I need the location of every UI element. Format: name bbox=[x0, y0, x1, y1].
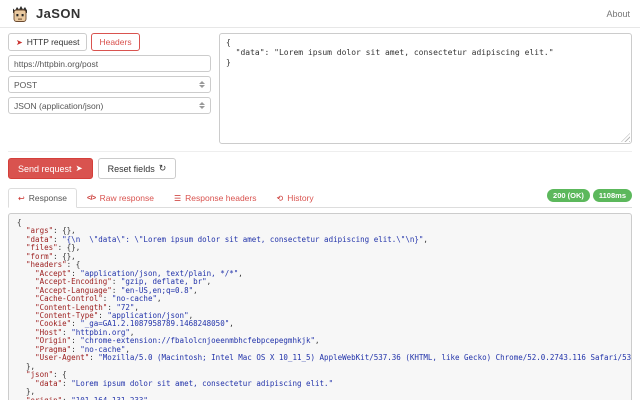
divider bbox=[8, 151, 632, 152]
request-left-column: ➤ HTTP request Headers POST JSON (applic… bbox=[8, 33, 211, 144]
status-badges: 200 (OK) 1108ms bbox=[547, 189, 632, 207]
paper-plane-icon: ➤ bbox=[16, 37, 23, 47]
headers-tab-label: Headers bbox=[99, 37, 132, 47]
http-request-tab-label: HTTP request bbox=[26, 37, 80, 47]
main-content: ➤ HTTP request Headers POST JSON (applic… bbox=[0, 28, 640, 400]
tab-response-headers[interactable]: ☰ Response headers bbox=[164, 188, 267, 208]
send-request-label: Send request bbox=[18, 163, 72, 174]
select-arrows-icon bbox=[199, 80, 205, 89]
action-buttons: Send request ➤ Reset fields ↻ bbox=[8, 158, 632, 179]
history-icon: ⟲ bbox=[276, 193, 284, 203]
tab-raw-response[interactable]: </> Raw response bbox=[77, 188, 164, 208]
method-select-value: POST bbox=[14, 79, 38, 90]
headers-tab[interactable]: Headers bbox=[91, 33, 140, 51]
select-arrows-icon bbox=[199, 101, 205, 110]
reset-icon: ↻ bbox=[158, 163, 167, 173]
reply-icon: ↩ bbox=[18, 193, 25, 203]
content-type-select[interactable]: JSON (application/json) bbox=[8, 97, 211, 114]
tab-raw-response-label: Raw response bbox=[99, 193, 154, 203]
app-title: JaSON bbox=[36, 6, 81, 21]
tab-history-label: History bbox=[287, 193, 314, 203]
tab-response[interactable]: ↩ Response bbox=[8, 188, 77, 208]
response-body: { "args": {}, "data": "{\n \"data\": \"L… bbox=[8, 213, 632, 400]
send-icon: ➤ bbox=[75, 163, 83, 173]
jason-logo-icon bbox=[13, 5, 27, 22]
http-request-tab[interactable]: ➤ HTTP request bbox=[8, 33, 88, 51]
top-bar: JaSON About bbox=[0, 0, 640, 28]
about-link[interactable]: About bbox=[606, 9, 630, 19]
tab-response-label: Response bbox=[28, 193, 67, 203]
send-request-button[interactable]: Send request ➤ bbox=[8, 158, 93, 179]
method-select[interactable]: POST bbox=[8, 76, 211, 93]
request-tabs: ➤ HTTP request Headers bbox=[8, 33, 211, 51]
status-code-badge: 200 (OK) bbox=[547, 189, 590, 202]
list-icon: ☰ bbox=[173, 193, 182, 203]
url-input[interactable] bbox=[8, 55, 211, 72]
response-time-badge: 1108ms bbox=[592, 189, 632, 202]
content-type-select-value: JSON (application/json) bbox=[14, 100, 104, 111]
code-icon: </> bbox=[86, 194, 96, 202]
reset-fields-label: Reset fields bbox=[107, 163, 155, 174]
request-form: ➤ HTTP request Headers POST JSON (applic… bbox=[8, 33, 632, 144]
response-tab-bar: ↩ Response </> Raw response ☰ Response h… bbox=[8, 188, 632, 208]
tab-response-headers-label: Response headers bbox=[185, 193, 257, 203]
reset-fields-button[interactable]: Reset fields ↻ bbox=[97, 158, 177, 179]
request-body-input[interactable]: { "data": "Lorem ipsum dolor sit amet, c… bbox=[219, 33, 632, 144]
request-body-area: { "data": "Lorem ipsum dolor sit amet, c… bbox=[219, 33, 632, 144]
tab-history[interactable]: ⟲ History bbox=[266, 188, 323, 208]
